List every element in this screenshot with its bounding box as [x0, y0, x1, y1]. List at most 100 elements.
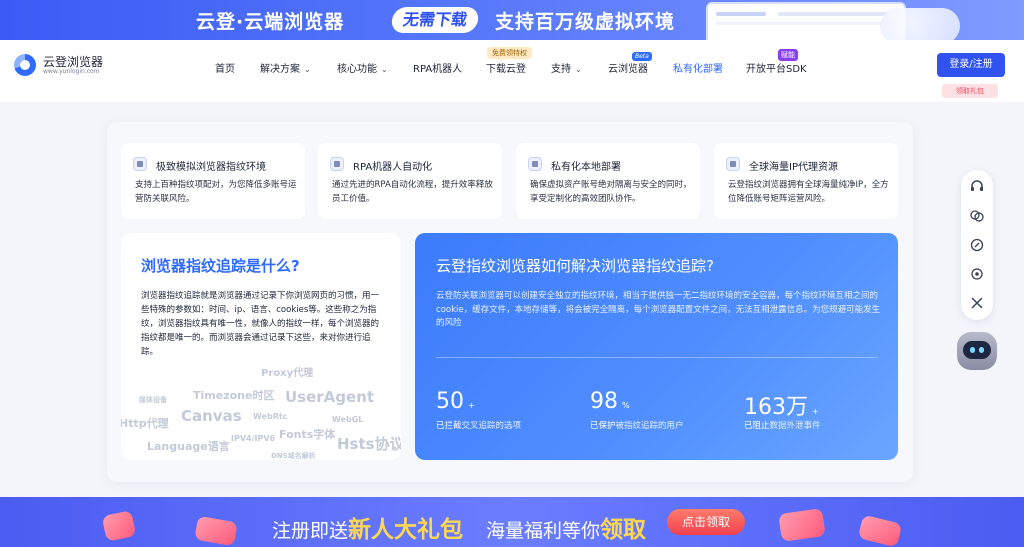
word-cloud-item: Timezone时区	[193, 389, 275, 402]
nav-home[interactable]: 首页	[215, 60, 235, 75]
stat-intercepted: 50 +	[436, 389, 475, 414]
stat-label-strong: 已拦截	[436, 421, 462, 431]
stat-unit: %	[622, 401, 630, 410]
stat-label: 已阻止数据外泄事件	[744, 419, 821, 431]
chevron-down-icon: ⌄	[381, 65, 388, 74]
nav-label: RPA机器人	[413, 64, 463, 75]
beta-badge: Beta	[632, 52, 652, 61]
banner-pill: 无需下载	[390, 7, 480, 33]
claim-gift-chip[interactable]: 领取礼包	[942, 84, 998, 98]
banner-left-text: 云登·云端浏览器	[196, 11, 345, 33]
banner-screen-illustration	[706, 2, 906, 40]
promo-bar[interactable]: 注册即送新人大礼包 海量福利等你领取 点击领取	[0, 497, 1024, 547]
ticket-icon	[857, 514, 903, 547]
promo-highlight: 新人大礼包	[348, 517, 464, 543]
banner-right-text: 支持百万级虚拟环境	[495, 11, 676, 33]
word-cloud-item: WebRtc	[253, 412, 288, 421]
word-cloud-item: Proxy代理	[261, 368, 314, 379]
feature-desc: 通过先进的RPA自动化流程，提升效率释放员工价值。	[332, 180, 493, 204]
site-header: 云登浏览器 www.yunlogin.com 首页 解决方案 ⌄ 核心功能 ⌄ RP…	[0, 40, 1024, 102]
nav-cloud-browser[interactable]: 云浏览器	[608, 60, 648, 75]
what-body: 浏览器指纹追踪就是浏览器通过记录下你浏览网页的习惯，用一些特殊的参数如：时间、i…	[141, 291, 380, 357]
robot-eye	[970, 347, 975, 353]
word-cloud-item: Fonts字体	[279, 428, 336, 441]
nav-private-deploy[interactable]: 私有化部署	[673, 60, 723, 75]
divider	[436, 357, 878, 358]
word-cloud-item: UserAgent	[285, 388, 375, 406]
robot-assistant-avatar[interactable]	[957, 332, 997, 370]
nav-sdk[interactable]: 开放平台SDK	[746, 60, 807, 75]
promo-text-prefix: 注册即送	[272, 520, 349, 542]
stat-label-strong: 已阻止	[744, 421, 770, 431]
ticket-icon	[194, 515, 238, 547]
nav-solutions[interactable]: 解决方案 ⌄	[260, 60, 311, 75]
feature-card: 私有化本地部署 确保虚拟资产账号绝对隔离与安全的同时，享受定制化的高效团队协作。	[516, 143, 700, 219]
stat-number: 50	[436, 389, 464, 414]
globe-icon	[726, 157, 740, 171]
logo-url: www.yunlogin.com	[43, 68, 100, 75]
chat-icon[interactable]	[970, 209, 984, 223]
chevron-down-icon: ⌄	[575, 65, 582, 74]
feature-desc: 确保虚拟资产账号绝对隔离与安全的同时，享受定制化的高效团队协作。	[530, 180, 692, 204]
word-cloud-item: 媒体设备	[139, 396, 167, 404]
login-register-button[interactable]: 登录/注册	[937, 53, 1005, 77]
floating-toolbar	[961, 170, 993, 320]
promo-text-prefix: 海量福利等你	[486, 520, 601, 542]
nav-label: 私有化部署	[673, 64, 723, 75]
stat-label-rest: 被指纹追踪的用户	[615, 421, 684, 431]
server-icon	[528, 157, 542, 171]
top-banner[interactable]: 云登·云端浏览器 无需下载 支持百万级虚拟环境	[0, 0, 1024, 40]
free-privilege-badge: 免费领特权	[487, 47, 532, 59]
stat-label: 已保护被指纹追踪的用户	[590, 419, 684, 431]
robot-face	[963, 341, 991, 359]
claim-now-button[interactable]: 点击领取	[667, 509, 745, 535]
promo-highlight: 领取	[600, 517, 647, 543]
headset-icon[interactable]	[970, 180, 984, 194]
nav-label: 支持	[551, 64, 571, 75]
word-cloud-item: Canvas	[181, 407, 242, 425]
word-cloud-item: Http代理	[121, 417, 169, 430]
what-title: 浏览器指纹追踪是什么?	[141, 257, 300, 275]
nav-label: 首页	[215, 64, 235, 75]
how-solve-card: 云登指纹浏览器如何解决浏览器指纹追踪? 云登防关联浏览器可以创建安全独立的指纹环…	[415, 233, 898, 460]
word-cloud-item: WebGL	[332, 415, 364, 424]
feature-card: 全球海量IP代理资源 云登指纹浏览器拥有全球海量纯净IP，全方位降低账号矩阵运营…	[714, 143, 898, 219]
nav-label: 核心功能	[337, 64, 377, 75]
nav-support[interactable]: 支持 ⌄	[551, 60, 582, 75]
nav-download[interactable]: 下载云登	[486, 60, 526, 75]
promo-text-benefits: 海量福利等你领取	[486, 510, 646, 544]
robot-eye	[979, 347, 984, 353]
feature-desc: 云登指纹浏览器拥有全球海量纯净IP，全方位降低账号矩阵运营风险。	[728, 180, 889, 204]
nav-label: 下载云登	[486, 64, 526, 75]
gift-box-icon	[101, 510, 137, 542]
stat-unit: +	[812, 407, 819, 416]
feature-title: 极致模拟浏览器指纹环境	[156, 162, 266, 173]
what-is-tracking-card: 浏览器指纹追踪是什么? 浏览器指纹追踪就是浏览器通过记录下你浏览网页的习惯，用一…	[121, 233, 401, 460]
promo-text-register: 注册即送新人大礼包	[272, 510, 463, 544]
nav-label: 解决方案	[260, 64, 300, 75]
fingerprint-icon	[133, 157, 147, 171]
how-title: 云登指纹浏览器如何解决浏览器指纹追踪?	[436, 257, 714, 275]
stat-number: 98	[590, 389, 618, 414]
word-cloud-item: Hsts协议	[337, 435, 401, 453]
word-cloud-item: Language语言	[147, 440, 230, 453]
chevron-down-icon: ⌄	[304, 65, 311, 74]
stat-label: 已拦截交叉追踪的选项	[436, 419, 521, 431]
nav-label: 云浏览器	[608, 64, 648, 75]
stat-number: 163万	[744, 395, 808, 420]
stat-label-rest: 数据外泄事件	[769, 421, 821, 431]
link-icon[interactable]	[970, 238, 984, 252]
stat-label-rest: 交叉追踪的选项	[461, 421, 522, 431]
nav-rpa[interactable]: RPA机器人	[413, 60, 462, 75]
feature-desc: 支持上百种指纹项配对，为您降低多账号运营防关联风险。	[135, 180, 297, 204]
logo-icon[interactable]	[14, 54, 36, 76]
nav-core-features[interactable]: 核心功能 ⌄	[337, 60, 388, 75]
robot-icon	[330, 157, 344, 171]
stat-blocked: 163万 +	[744, 389, 819, 421]
feature-card: 极致模拟浏览器指纹环境 支持上百种指纹项配对，为您降低多账号运营防关联风险。	[121, 143, 305, 219]
feature-title: 全球海量IP代理资源	[749, 162, 838, 173]
refresh-icon[interactable]	[970, 267, 984, 281]
feature-title: RPA机器人自动化	[353, 162, 433, 173]
banner-cloud-illustration	[880, 8, 960, 40]
tools-icon[interactable]	[970, 296, 984, 310]
